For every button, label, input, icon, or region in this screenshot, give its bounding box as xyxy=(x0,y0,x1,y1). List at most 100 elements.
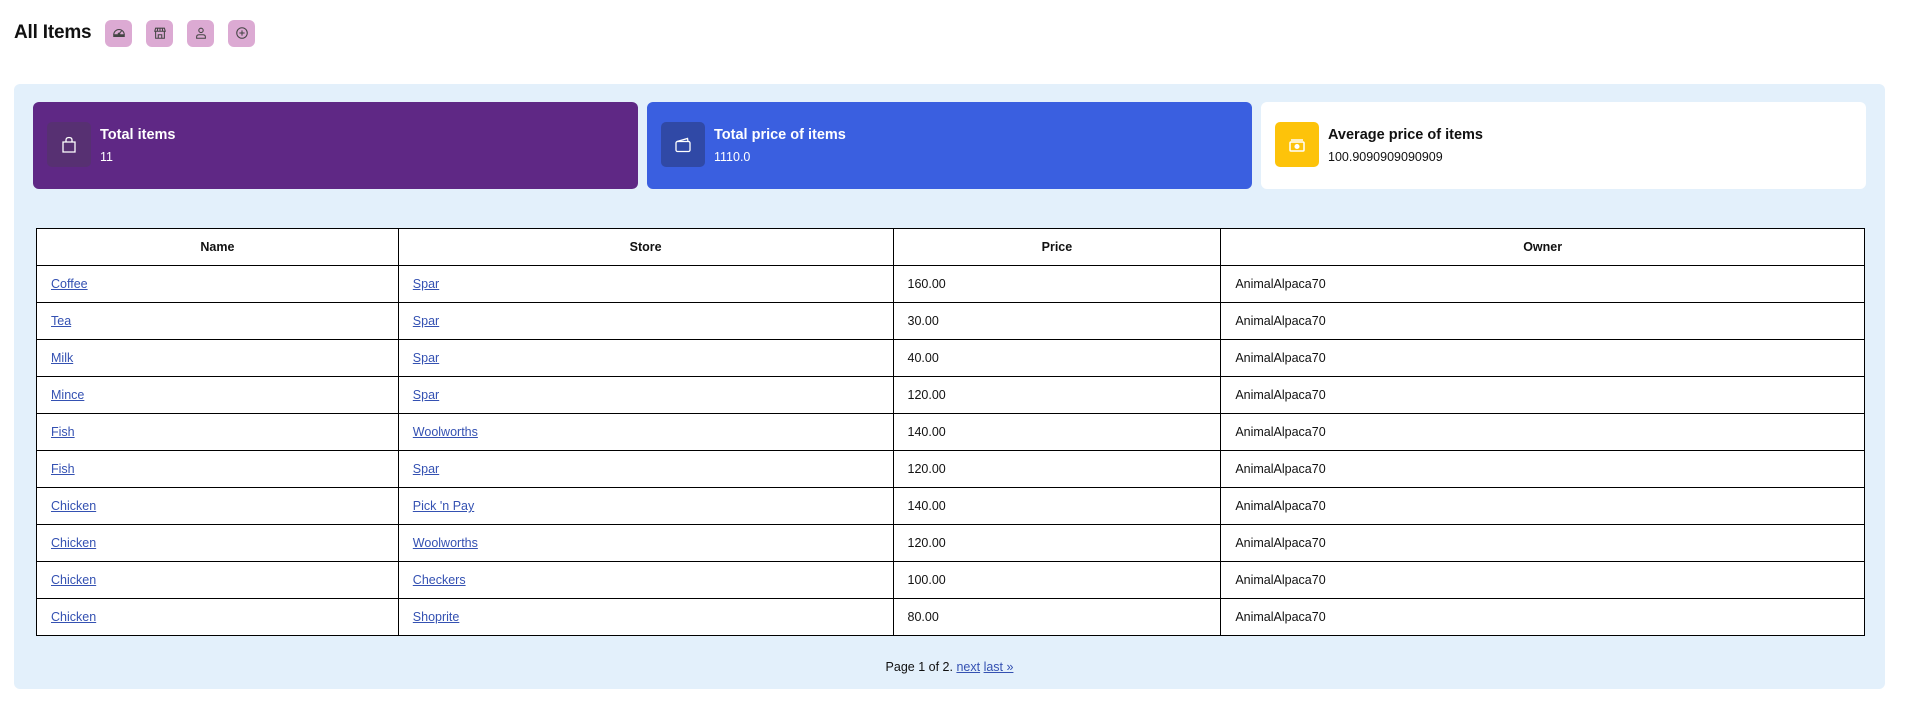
next-page-link[interactable]: next xyxy=(956,660,980,674)
store-link[interactable]: Spar xyxy=(413,351,439,365)
store-link[interactable]: Woolworths xyxy=(413,425,478,439)
item-name-link[interactable]: Chicken xyxy=(51,536,96,550)
profile-button[interactable] xyxy=(187,19,215,47)
cell-store: Spar xyxy=(397,376,894,414)
cell-name: Coffee xyxy=(36,265,399,303)
store-link[interactable]: Checkers xyxy=(413,573,466,587)
cell-owner: AnimalAlpaca70 xyxy=(1220,598,1865,636)
page-header: All Items xyxy=(14,19,269,47)
cell-name: Milk xyxy=(36,339,399,377)
plus-circle-icon xyxy=(236,27,248,39)
wallet-icon xyxy=(675,137,691,152)
cell-name: Tea xyxy=(36,302,399,340)
table-row: Fish Spar 120.00 AnimalAlpaca70 xyxy=(36,450,1865,488)
cell-price: 120.00 xyxy=(892,450,1222,488)
cell-price: 80.00 xyxy=(892,598,1222,636)
cell-store: Pick 'n Pay xyxy=(397,487,894,525)
column-header-name: Name xyxy=(36,228,399,266)
stat-title: Total items xyxy=(100,127,176,143)
cell-name: Chicken xyxy=(36,598,399,636)
item-name-link[interactable]: Fish xyxy=(51,425,75,439)
table-row: Chicken Pick 'n Pay 140.00 AnimalAlpaca70 xyxy=(36,487,1865,525)
item-name-link[interactable]: Tea xyxy=(51,314,71,328)
cell-store: Woolworths xyxy=(397,413,894,451)
store-link[interactable]: Spar xyxy=(413,462,439,476)
column-header-owner: Owner xyxy=(1220,228,1865,266)
add-item-button[interactable] xyxy=(228,19,256,47)
stat-value: 11 xyxy=(100,150,113,164)
stat-icon-box xyxy=(47,122,91,167)
cell-owner: AnimalAlpaca70 xyxy=(1220,302,1865,340)
item-name-link[interactable]: Mince xyxy=(51,388,84,402)
items-table: Name Store Price Owner Coffee Spar 160.00 A… xyxy=(36,228,1865,636)
cell-price: 140.00 xyxy=(892,413,1222,451)
cell-owner: AnimalAlpaca70 xyxy=(1220,487,1865,525)
page-title: All Items xyxy=(14,22,92,43)
table-row: Milk Spar 40.00 AnimalAlpaca70 xyxy=(36,339,1865,377)
store-link[interactable]: Pick 'n Pay xyxy=(413,499,474,513)
store-link[interactable]: Shoprite xyxy=(413,610,460,624)
table-row: Tea Spar 30.00 AnimalAlpaca70 xyxy=(36,302,1865,340)
cell-name: Chicken xyxy=(36,561,399,599)
cell-owner: AnimalAlpaca70 xyxy=(1220,561,1865,599)
store-icon xyxy=(153,27,166,39)
column-header-price: Price xyxy=(892,228,1222,266)
stat-value: 100.9090909090909 xyxy=(1328,150,1443,164)
cell-owner: AnimalAlpaca70 xyxy=(1220,265,1865,303)
table-header-row: Name Store Price Owner xyxy=(36,228,1865,266)
cell-store: Spar xyxy=(397,339,894,377)
cell-name: Fish xyxy=(36,450,399,488)
table-row: Chicken Shoprite 80.00 AnimalAlpaca70 xyxy=(36,598,1865,636)
item-name-link[interactable]: Chicken xyxy=(51,573,96,587)
stat-title: Average price of items xyxy=(1328,127,1483,143)
dashboard-button[interactable] xyxy=(105,19,133,47)
item-name-link[interactable]: Chicken xyxy=(51,499,96,513)
table-body: Coffee Spar 160.00 AnimalAlpaca70 Tea Spar 30.… xyxy=(36,265,1865,636)
item-name-link[interactable]: Chicken xyxy=(51,610,96,624)
pagination: Page 1 of 2. next last » xyxy=(14,660,1885,674)
store-link[interactable]: Spar xyxy=(413,277,439,291)
stats-cards: Total items 11 Total price of items 11 10… xyxy=(33,102,1866,189)
stat-card-average-price: Average price of items 100.9090909090909 xyxy=(1261,102,1866,189)
stat-icon-box xyxy=(661,122,705,167)
table-row: Chicken Woolworths 120.00 AnimalAlpaca70 xyxy=(36,524,1865,562)
cell-price: 30.00 xyxy=(892,302,1222,340)
cell-price: 120.00 xyxy=(892,376,1222,414)
cell-owner: AnimalAlpaca70 xyxy=(1220,413,1865,451)
cell-price: 140.00 xyxy=(892,487,1222,525)
stat-icon-box xyxy=(1275,122,1319,167)
column-header-store: Store xyxy=(397,228,894,266)
cash-icon xyxy=(1289,138,1305,152)
cell-name: Fish xyxy=(36,413,399,451)
table-row: Coffee Spar 160.00 AnimalAlpaca70 xyxy=(36,265,1865,303)
stat-title: Total price of items xyxy=(714,127,846,143)
table-row: Chicken Checkers 100.00 AnimalAlpaca70 xyxy=(36,561,1865,599)
store-link[interactable]: Woolworths xyxy=(413,536,478,550)
cell-name: Chicken xyxy=(36,524,399,562)
stores-button[interactable] xyxy=(146,19,174,47)
last-page-link[interactable]: last » xyxy=(984,660,1014,674)
cell-store: Spar xyxy=(397,450,894,488)
item-name-link[interactable]: Fish xyxy=(51,462,75,476)
pagination-status: Page 1 of 2. xyxy=(885,660,953,674)
table-row: Fish Woolworths 140.00 AnimalAlpaca70 xyxy=(36,413,1865,451)
cell-store: Shoprite xyxy=(397,598,894,636)
stat-card-total-items: Total items 11 xyxy=(33,102,638,189)
cell-owner: AnimalAlpaca70 xyxy=(1220,450,1865,488)
cell-owner: AnimalAlpaca70 xyxy=(1220,524,1865,562)
store-link[interactable]: Spar xyxy=(413,314,439,328)
cell-price: 160.00 xyxy=(892,265,1222,303)
item-name-link[interactable]: Milk xyxy=(51,351,73,365)
cell-store: Woolworths xyxy=(397,524,894,562)
cell-owner: AnimalAlpaca70 xyxy=(1220,376,1865,414)
dashboard-gauge-icon xyxy=(113,29,125,38)
store-link[interactable]: Spar xyxy=(413,388,439,402)
table-row: Mince Spar 120.00 AnimalAlpaca70 xyxy=(36,376,1865,414)
cell-price: 40.00 xyxy=(892,339,1222,377)
cell-price: 120.00 xyxy=(892,524,1222,562)
item-name-link[interactable]: Coffee xyxy=(51,277,88,291)
cell-store: Checkers xyxy=(397,561,894,599)
cell-owner: AnimalAlpaca70 xyxy=(1220,339,1865,377)
cell-store: Spar xyxy=(397,302,894,340)
user-icon xyxy=(196,27,206,39)
